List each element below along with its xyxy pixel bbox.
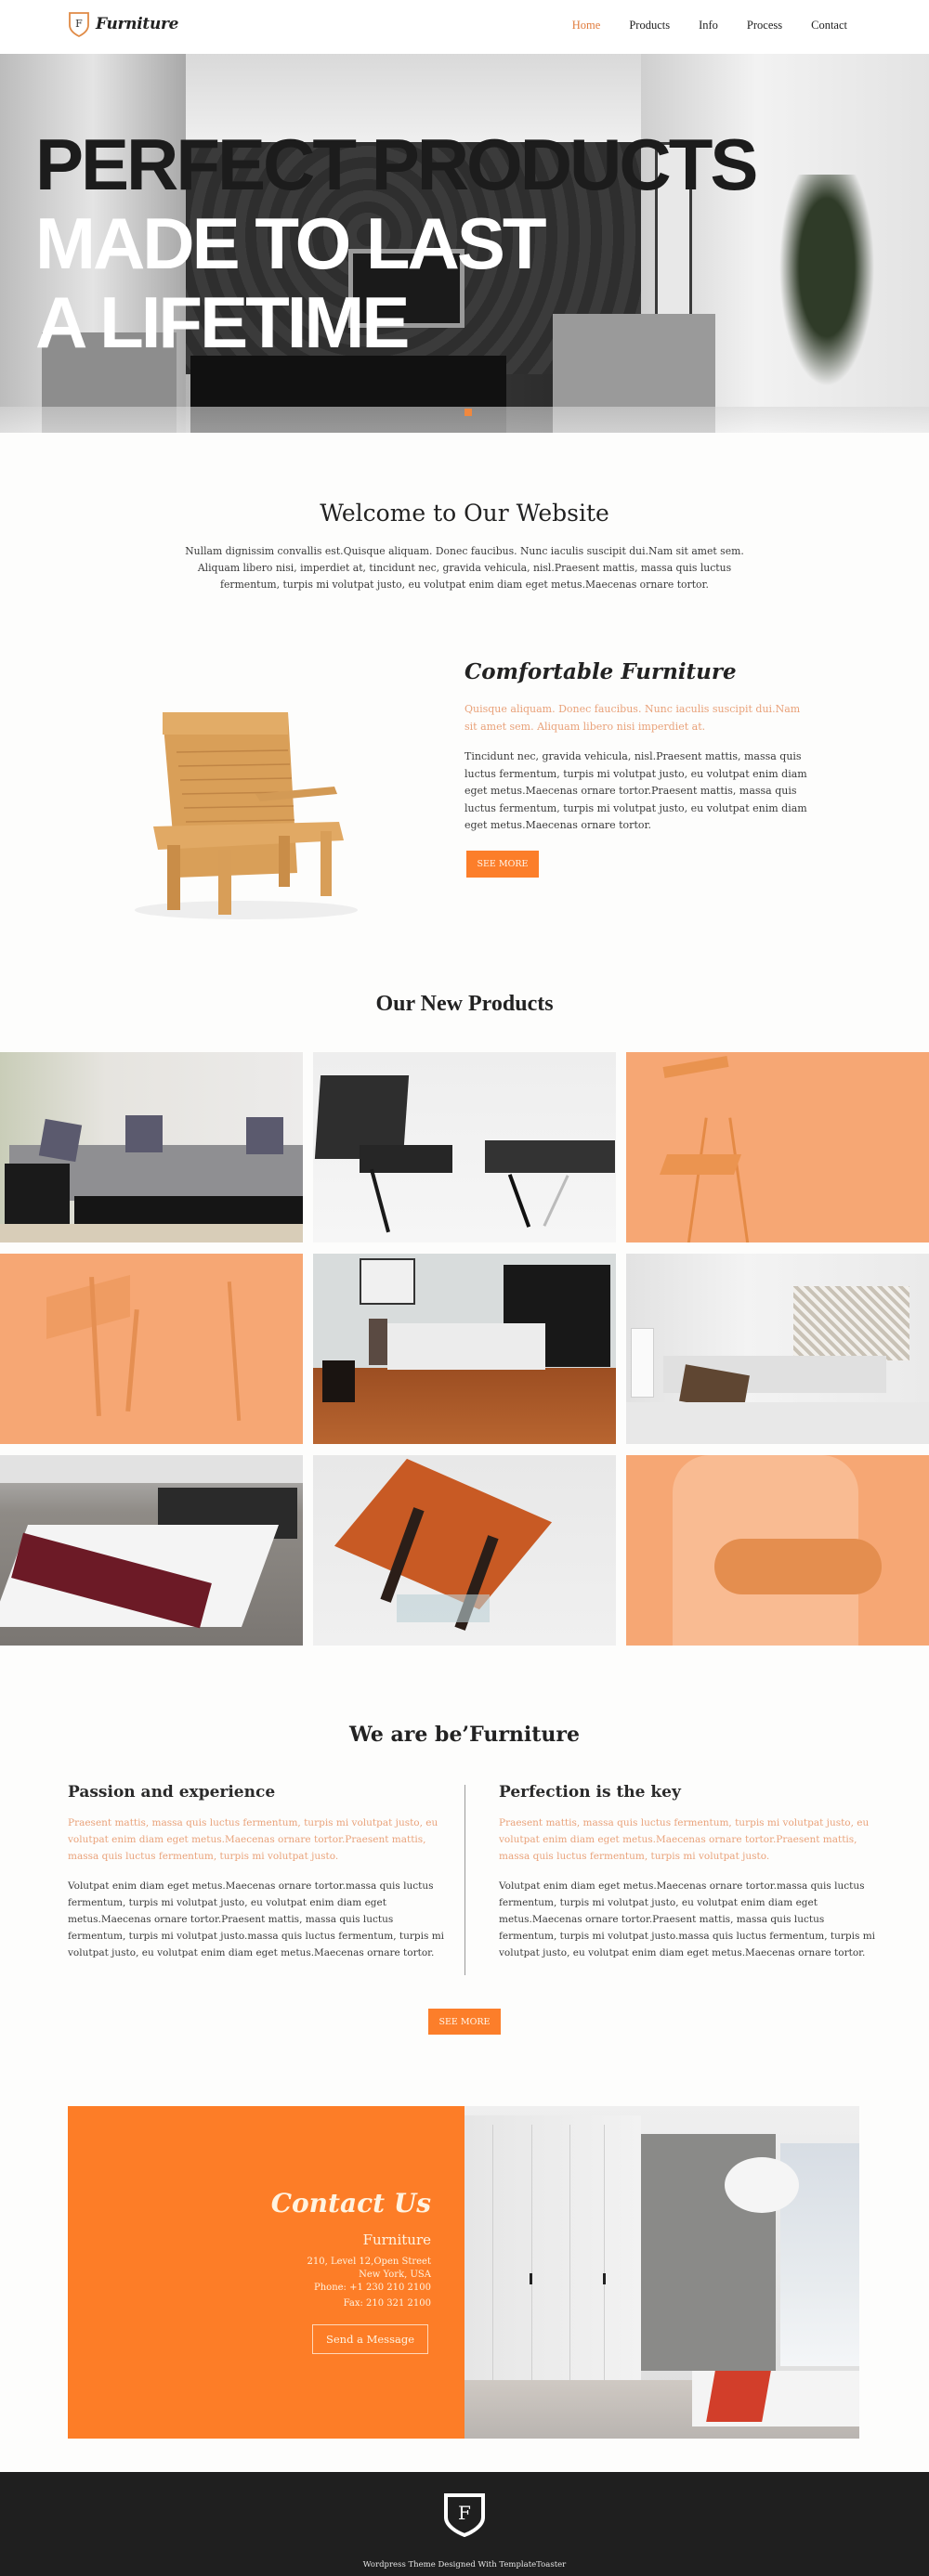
contact-phone: Phone: +1 230 210 2100 xyxy=(314,2283,431,2293)
contact-fax: Fax: 210 321 2100 xyxy=(343,2298,431,2309)
slider-indicator-dot[interactable] xyxy=(464,409,472,416)
product-tile-leather-chair[interactable] xyxy=(313,1052,616,1242)
hero-headline-line-1: PERFECT PRODUCTS xyxy=(35,124,758,205)
hero-image-plant xyxy=(771,175,883,407)
product-tile-sectional-sofa[interactable] xyxy=(0,1052,303,1242)
logo-text: Furniture xyxy=(96,15,179,33)
svg-text:F: F xyxy=(458,2502,471,2524)
welcome-text: Nullam dignissim convallis est.Quisque a… xyxy=(185,545,744,591)
main-nav: Home Products Info Process Contact xyxy=(572,19,847,33)
about-column-lead: Praesent mattis, massa quis luctus ferme… xyxy=(68,1817,438,1862)
product-tile-white-bed[interactable] xyxy=(626,1254,929,1444)
svg-text:F: F xyxy=(75,18,83,30)
products-title: Our New Products xyxy=(375,992,554,1016)
feature-title: Comfortable Furniture xyxy=(464,659,737,684)
nav-home[interactable]: Home xyxy=(572,19,601,33)
hero-headline-line-3: A LIFETIME xyxy=(35,281,410,363)
product-tile-folding-chair[interactable] xyxy=(626,1052,929,1242)
about-column-body: Volutpat enim diam eget metus.Maecenas o… xyxy=(499,1880,876,1958)
nav-info[interactable]: Info xyxy=(699,19,718,33)
contact-panel: Contact Us Furniture 210, Level 12,Open … xyxy=(68,2106,464,2439)
about-title: We are be’Furniture xyxy=(348,1723,581,1747)
contact-title: Contact Us xyxy=(270,2188,431,2218)
column-divider xyxy=(464,1785,465,1975)
product-tile-console-table[interactable] xyxy=(0,1254,303,1444)
wooden-chair-image xyxy=(116,673,376,924)
product-tile-bed-throw[interactable] xyxy=(0,1455,303,1646)
about-column-lead: Praesent mattis, massa quis luctus ferme… xyxy=(499,1817,870,1862)
contact-address-line-2: New York, USA xyxy=(359,2270,431,2280)
contact-address-line-1: 210, Level 12,Open Street xyxy=(307,2257,432,2267)
product-tile-bedroom[interactable] xyxy=(313,1254,616,1444)
nav-contact[interactable]: Contact xyxy=(811,19,847,33)
shield-logo-icon: F xyxy=(443,2492,486,2541)
wardrobe-room-image xyxy=(464,2106,859,2439)
product-tile-bathroom-vanity[interactable] xyxy=(626,1455,929,1646)
send-message-button[interactable]: Send a Message xyxy=(312,2324,428,2354)
product-tile-coffee-table[interactable] xyxy=(313,1455,616,1646)
shield-logo-icon: F xyxy=(68,11,90,37)
site-logo[interactable]: F Furniture xyxy=(68,11,179,37)
site-footer: F Wordpress Theme Designed With Template… xyxy=(0,2472,929,2576)
feature-body: Tincidunt nec, gravida vehicula, nisl.Pr… xyxy=(464,750,807,831)
about-column-body: Volutpat enim diam eget metus.Maecenas o… xyxy=(68,1880,445,1958)
about-column-heading: Passion and experience xyxy=(68,1783,276,1802)
welcome-title: Welcome to Our Website xyxy=(320,500,609,527)
footer-credit: Wordpress Theme Designed With TemplateTo… xyxy=(362,2560,567,2569)
nav-process[interactable]: Process xyxy=(747,19,782,33)
hero-slider: PERFECT PRODUCTS MADE TO LAST A LIFETIME xyxy=(0,54,929,433)
contact-company: Furniture xyxy=(362,2231,431,2248)
about-column-perfection: Perfection is the key Praesent mattis, m… xyxy=(499,1783,875,1961)
feature-see-more-button[interactable]: SEE MORE xyxy=(466,851,539,878)
nav-products[interactable]: Products xyxy=(629,19,670,33)
hero-headline-line-2: MADE TO LAST xyxy=(35,202,547,284)
about-see-more-button[interactable]: SEE MORE xyxy=(428,2009,501,2035)
site-header: F Furniture Home Products Info Process C… xyxy=(0,0,929,54)
feature-lead: Quisque aliquam. Donec faucibus. Nunc ia… xyxy=(464,703,801,733)
about-column-heading: Perfection is the key xyxy=(499,1783,681,1802)
about-column-passion: Passion and experience Praesent mattis, … xyxy=(68,1783,444,1961)
